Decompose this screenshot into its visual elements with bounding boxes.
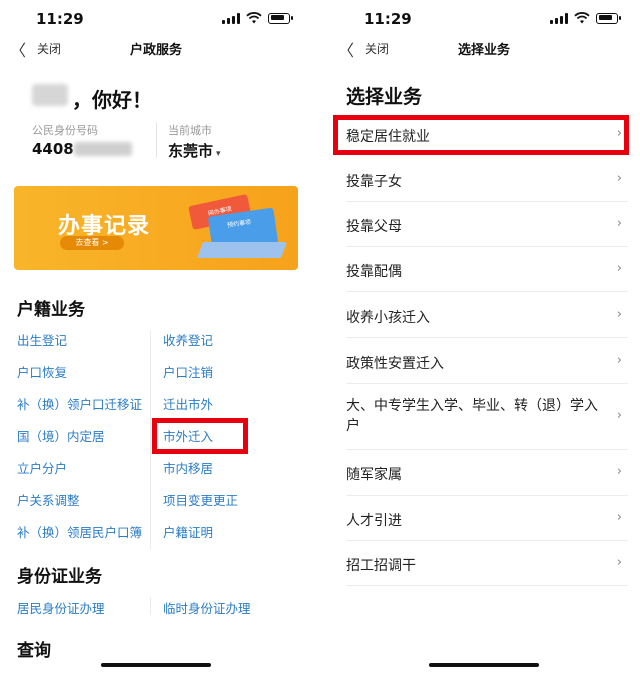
chevron-right-icon: › [616,555,622,570]
status-bar: 11:29 [0,0,312,36]
section-title-query: 查询 [17,641,51,661]
option-row[interactable]: 投靠父母 › [346,202,628,247]
page-title: 户政服务 [129,43,182,58]
service-link[interactable]: 项目变更更正 [163,490,238,509]
right-screen: 11:29 〈 关闭 选择业务 选择业务 稳定居住就业 › 投靠子女 › 投靠父… [328,0,640,675]
signal-icon [550,12,568,24]
service-link[interactable]: 立户分户 [17,458,67,477]
home-indicator[interactable] [101,663,211,667]
left-screen: 11:29 〈 关闭 户政服务 ，你好！ 公民身份号码 4408 当前城市 东莞… [0,0,312,675]
option-label: 投靠父母 [346,219,402,235]
service-link[interactable]: 户籍证明 [163,522,213,541]
chevron-right-icon: › [616,408,622,423]
section-title-id-card: 身份证业务 [17,567,102,587]
option-label: 收养小孩迁入 [346,310,430,326]
city-value: 东莞市 [168,142,214,160]
service-link[interactable]: 户关系调整 [17,490,80,509]
service-link[interactable]: 出生登记 [17,330,67,349]
banner-view-button[interactable]: 去查看 > [60,236,124,250]
id-number-label: 公民身份号码 [32,124,98,137]
wifi-icon [246,12,262,24]
status-time: 11:29 [36,10,84,28]
chevron-right-icon: › [616,307,622,322]
service-link[interactable]: 收养登记 [163,330,213,349]
option-label: 大、中专学生入学、毕业、转（退）学入户 [346,398,598,434]
signal-icon [222,12,240,24]
status-icons [222,12,293,24]
caret-down-icon: ▾ [216,149,221,159]
banner-card-label: 预约事项 [226,218,252,230]
option-label: 招工招调干 [346,558,416,574]
option-label: 人才引进 [346,513,402,529]
chevron-right-icon: › [616,171,622,186]
user-name-redacted [32,84,68,106]
page-title: 选择业务 [457,43,510,58]
user-card: ，你好！ 公民身份号码 4408 当前城市 东莞市 ▾ [14,72,298,172]
chevron-right-icon: › [616,261,622,276]
battery-icon [268,12,293,24]
section-heading: 选择业务 [346,86,423,108]
option-row[interactable]: 投靠子女 › [346,157,628,202]
status-icons [550,12,621,24]
option-row[interactable]: 大、中专学生入学、毕业、转（退）学入户 › [346,384,628,450]
service-link[interactable]: 国（境）内定居 [17,426,105,445]
service-link[interactable]: 市内移居 [163,458,213,477]
battery-icon [596,12,621,24]
status-time: 11:29 [364,10,412,28]
city-selector[interactable]: 东莞市 ▾ [168,140,221,161]
option-row[interactable]: 招工招调干 › [346,541,628,586]
wifi-icon [574,12,590,24]
option-label: 投靠子女 [346,174,402,190]
column-divider [150,330,151,550]
service-link[interactable]: 迁出市外 [163,394,213,413]
option-row[interactable]: 人才引进 › [346,496,628,541]
home-indicator[interactable] [429,663,539,667]
option-row[interactable]: 收养小孩迁入 › [346,292,628,338]
service-link[interactable]: 临时身份证办理 [163,598,251,617]
option-row[interactable]: 随军家属 › [346,450,628,496]
option-label: 政策性安置迁入 [346,356,444,372]
highlight-box [333,115,629,155]
city-label: 当前城市 [168,124,212,137]
column-divider [150,597,151,615]
service-link[interactable]: 补（换）领居民户口簿 [17,522,142,541]
chevron-right-icon: › [616,464,622,479]
nav-bar: 〈 关闭 户政服务 [0,36,312,62]
screen-gap [312,0,328,675]
section-title-huji: 户籍业务 [17,300,85,320]
option-label: 投靠配偶 [346,264,402,280]
service-link[interactable]: 居民身份证办理 [17,598,105,617]
nav-bar: 〈 关闭 选择业务 [328,36,640,62]
chevron-right-icon: › [616,216,622,231]
service-link[interactable]: 户口恢复 [17,362,67,381]
id-number-value: 4408 [32,140,74,158]
chevron-right-icon: › [616,353,622,368]
option-label: 随军家属 [346,467,402,483]
service-link[interactable]: 户口注销 [163,362,213,381]
records-banner[interactable]: 办事记录 去查看 > 网办事项 预约事项 [14,186,298,270]
greeting-text: ，你好！ [72,88,152,112]
id-number-redacted [74,142,132,156]
divider [156,122,157,158]
option-row[interactable]: 投靠配偶 › [346,247,628,292]
option-row[interactable]: 政策性安置迁入 › [346,338,628,384]
service-link[interactable]: 补（换）领户口迁移证 [17,394,142,413]
chevron-right-icon: › [616,510,622,525]
banner-illustration [197,242,287,258]
highlight-box [152,418,248,454]
status-bar: 11:29 [328,0,640,36]
